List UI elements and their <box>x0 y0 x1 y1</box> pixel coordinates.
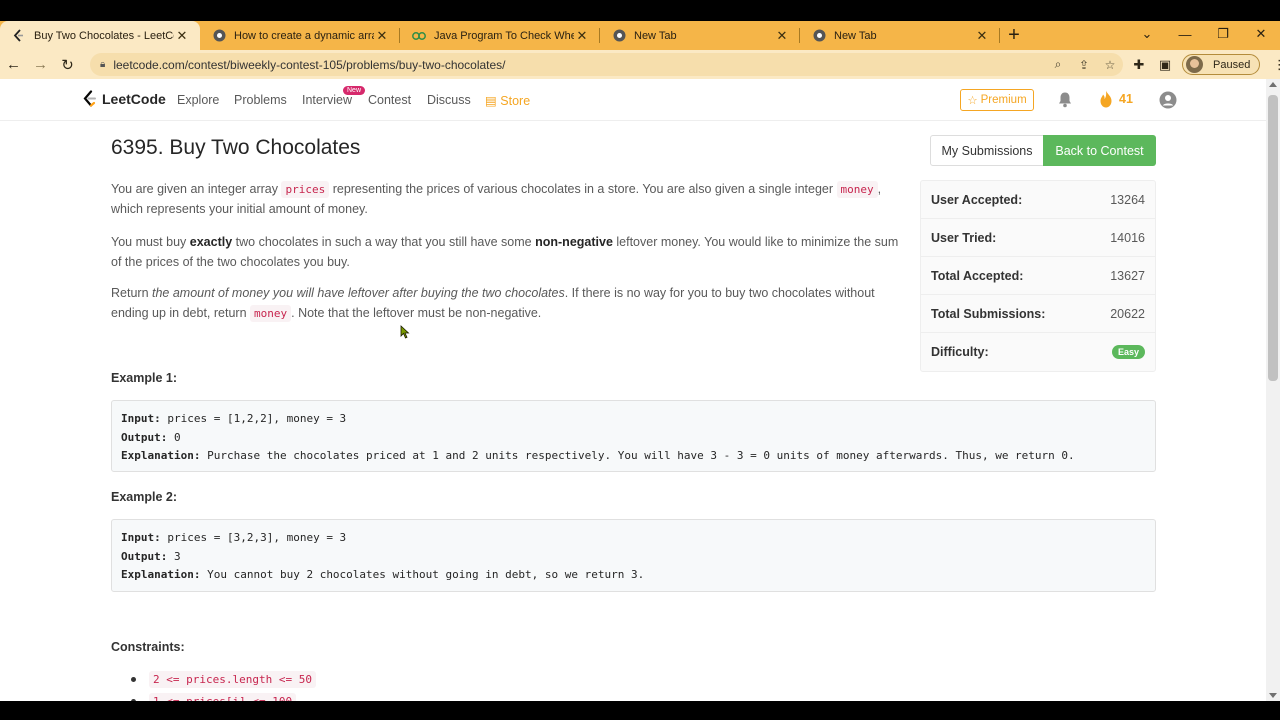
tab-title: New Tab <box>634 29 677 42</box>
nav-explore[interactable]: Explore <box>177 93 219 107</box>
new-badge: New <box>343 86 366 95</box>
tab-new-tab-1[interactable]: New Tab ✕ <box>600 21 800 50</box>
avatar <box>1186 56 1203 73</box>
bookmark-star-icon[interactable]: ☆ <box>1097 58 1123 72</box>
share-icon[interactable]: ⇪ <box>1071 58 1097 72</box>
restore-icon[interactable]: ❐ <box>1204 26 1242 42</box>
stats-panel: User Accepted: 13264 User Tried: 14016 T… <box>920 180 1156 372</box>
back-icon[interactable]: ← <box>0 50 27 79</box>
page-viewport: LeetCode Explore Problems Interview New … <box>0 79 1280 701</box>
problem-title: 6395. Buy Two Chocolates <box>111 136 361 159</box>
stat-total-submissions: Total Submissions: 20622 <box>921 295 1155 333</box>
scroll-down-icon[interactable] <box>1269 693 1277 698</box>
example-1-block: Input: prices = [1,2,2], money = 3 Outpu… <box>111 400 1156 472</box>
tab-java-program[interactable]: Java Program To Check Whether ✕ <box>400 21 600 50</box>
page-scrollbar[interactable] <box>1266 79 1280 701</box>
close-icon[interactable]: ✕ <box>374 28 390 44</box>
screen-top-bar <box>0 0 1280 21</box>
stat-user-tried: User Tried: 14016 <box>921 219 1155 257</box>
stat-difficulty: Difficulty: Easy <box>921 333 1155 371</box>
leetcode-icon <box>12 29 26 43</box>
bell-icon[interactable] <box>1057 91 1073 113</box>
leetcode-logo[interactable]: LeetCode <box>82 90 166 108</box>
stat-total-accepted: Total Accepted: 13627 <box>921 257 1155 295</box>
inline-code: money <box>250 304 292 322</box>
tab-title: New Tab <box>834 29 877 42</box>
example-1-heading: Example 1: <box>111 371 178 385</box>
address-bar-row: ← → ↻ 🔒︎ leetcode.com/contest/biweekly-c… <box>0 50 1280 79</box>
new-tab-button[interactable]: + <box>1000 21 1028 50</box>
toolbar-right: ✚ ▣ Paused ⋮ <box>1126 50 1280 79</box>
close-icon[interactable]: ✕ <box>574 28 590 44</box>
zoom-icon[interactable]: ⌕ <box>1045 57 1071 72</box>
tab-search-icon[interactable]: ⌄ <box>1128 26 1166 42</box>
close-icon[interactable]: ✕ <box>774 28 790 44</box>
constraints-heading: Constraints: <box>111 640 185 654</box>
chrome-icon <box>612 29 626 43</box>
omnibox[interactable]: 🔒︎ leetcode.com/contest/biweekly-contest… <box>90 53 1123 76</box>
constraint-item: 2 <= prices.length <= 50 <box>131 671 316 688</box>
url-text: leetcode.com/contest/biweekly-contest-10… <box>113 57 506 72</box>
inline-code: money <box>836 181 878 198</box>
close-icon[interactable]: ✕ <box>174 28 190 44</box>
constraint-item: 1 <= prices[i] <= 100 <box>131 693 297 701</box>
mouse-cursor-icon <box>400 325 410 339</box>
tab-title: How to create a dynamic array of integer… <box>234 29 374 42</box>
forward-icon[interactable]: → <box>27 50 54 79</box>
back-to-contest-button[interactable]: Back to Contest <box>1043 135 1156 166</box>
fire-icon <box>1100 90 1112 108</box>
gfg-icon <box>412 29 426 43</box>
nav-contest[interactable]: Contest <box>368 93 411 107</box>
menu-icon[interactable]: ⋮ <box>1266 57 1280 73</box>
tab-strip: Buy Two Chocolates - LeetCode Contest ✕ … <box>0 21 1280 50</box>
tab-dynamic-array[interactable]: How to create a dynamic array of integer… <box>200 21 400 50</box>
window-controls: ⌄ — ❐ ✕ <box>1128 21 1280 47</box>
scroll-up-icon[interactable] <box>1269 82 1277 87</box>
chrome-icon <box>212 29 226 43</box>
screen-bottom-bar <box>0 701 1280 720</box>
leetcode-logo-icon <box>83 90 96 107</box>
side-panel-icon[interactable]: ▣ <box>1152 57 1178 73</box>
chrome-icon <box>812 29 826 43</box>
streak-counter[interactable]: 41 <box>1099 90 1133 108</box>
close-icon[interactable]: ✕ <box>974 28 990 44</box>
streak-count: 41 <box>1119 92 1133 106</box>
star-icon: ☆ <box>967 95 978 107</box>
inline-code: prices <box>281 181 330 198</box>
difficulty-badge: Easy <box>1111 345 1145 359</box>
window-close-icon[interactable]: ✕ <box>1242 26 1280 42</box>
tab-buy-two-chocolates[interactable]: Buy Two Chocolates - LeetCode Contest ✕ <box>0 21 200 50</box>
nav-discuss[interactable]: Discuss <box>427 93 471 107</box>
minimize-icon[interactable]: — <box>1166 27 1204 42</box>
example-2-heading: Example 2: <box>111 490 178 504</box>
store-icon: ▤ <box>485 94 497 108</box>
description-paragraph-1: You are given an integer array prices re… <box>111 181 882 216</box>
premium-button[interactable]: ☆ Premium <box>960 89 1034 111</box>
profile-paused-button[interactable]: Paused <box>1182 54 1261 75</box>
nav-store[interactable]: ▤ Store <box>485 93 530 108</box>
tab-new-tab-2[interactable]: New Tab ✕ <box>800 21 1000 50</box>
lock-icon: 🔒︎ <box>100 59 106 70</box>
leetcode-navbar: LeetCode Explore Problems Interview New … <box>0 79 1266 121</box>
example-2-block: Input: prices = [3,2,3], money = 3 Outpu… <box>111 519 1156 592</box>
my-submissions-button[interactable]: My Submissions <box>930 135 1044 166</box>
description-paragraph-2: You must buy exactly two chocolates in s… <box>111 235 899 269</box>
extensions-icon[interactable]: ✚ <box>1126 57 1152 73</box>
nav-problems[interactable]: Problems <box>234 93 287 107</box>
logo-text: LeetCode <box>102 91 166 107</box>
profile-status: Paused <box>1213 58 1251 71</box>
scrollbar-thumb[interactable] <box>1268 95 1278 381</box>
tab-title: Java Program To Check Whether <box>434 29 574 42</box>
description-paragraph-3: Return the amount of money you will have… <box>111 286 875 322</box>
stat-user-accepted: User Accepted: 13264 <box>921 181 1155 219</box>
tab-title: Buy Two Chocolates - LeetCode Contest <box>34 29 174 42</box>
nav-interview[interactable]: Interview <box>302 93 352 107</box>
user-avatar-icon[interactable] <box>1159 91 1177 114</box>
reload-icon[interactable]: ↻ <box>54 50 81 79</box>
